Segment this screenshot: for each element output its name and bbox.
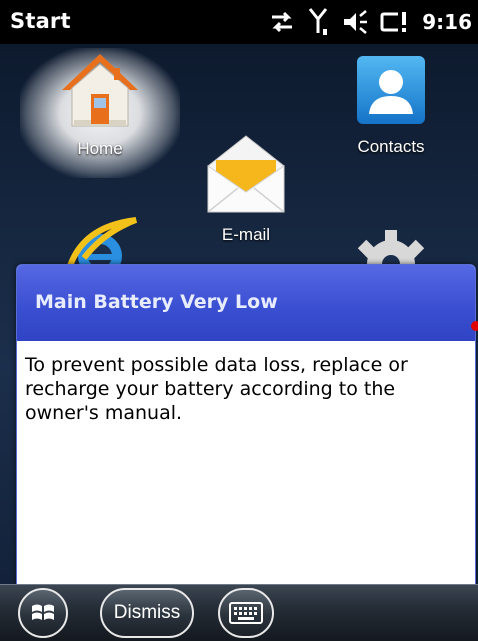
tile-email-label: E-mail (221, 225, 271, 244)
envelope-icon (207, 135, 285, 213)
status-icons[interactable]: 9:16 (268, 6, 472, 38)
start-button[interactable] (18, 588, 68, 638)
contacts-icon (357, 56, 425, 124)
data-sync-icon (272, 11, 293, 33)
tile-contacts[interactable]: Contacts (346, 54, 436, 157)
signal-icon (309, 8, 328, 35)
tile-home[interactable]: Home (50, 50, 150, 159)
dialog-title: Main Battery Very Low (35, 291, 278, 313)
dialog-message: To prevent possible data loss, replace o… (25, 354, 408, 424)
status-clock[interactable]: 9:16 (422, 10, 472, 34)
windows-start-icon (32, 604, 54, 620)
tile-home-label: Home (77, 139, 123, 158)
status-bar: Start 9:16 (0, 0, 478, 44)
volume-muted-icon (344, 10, 368, 34)
soft-key-bar: Dismiss (0, 584, 478, 641)
tile-contacts-label: Contacts (357, 137, 425, 156)
alert-indicator-dot (471, 321, 478, 331)
dismiss-button[interactable]: Dismiss (100, 588, 194, 638)
tile-email[interactable]: E-mail (198, 132, 294, 245)
battery-critical-icon (380, 12, 407, 32)
battery-notification-dialog: Main Battery Very Low To prevent possibl… (16, 264, 478, 588)
keyboard-button[interactable] (218, 588, 274, 638)
dialog-header: Main Battery Very Low (17, 265, 478, 341)
keyboard-icon (229, 602, 263, 624)
house-icon (62, 54, 138, 127)
status-title[interactable]: Start (10, 9, 71, 33)
